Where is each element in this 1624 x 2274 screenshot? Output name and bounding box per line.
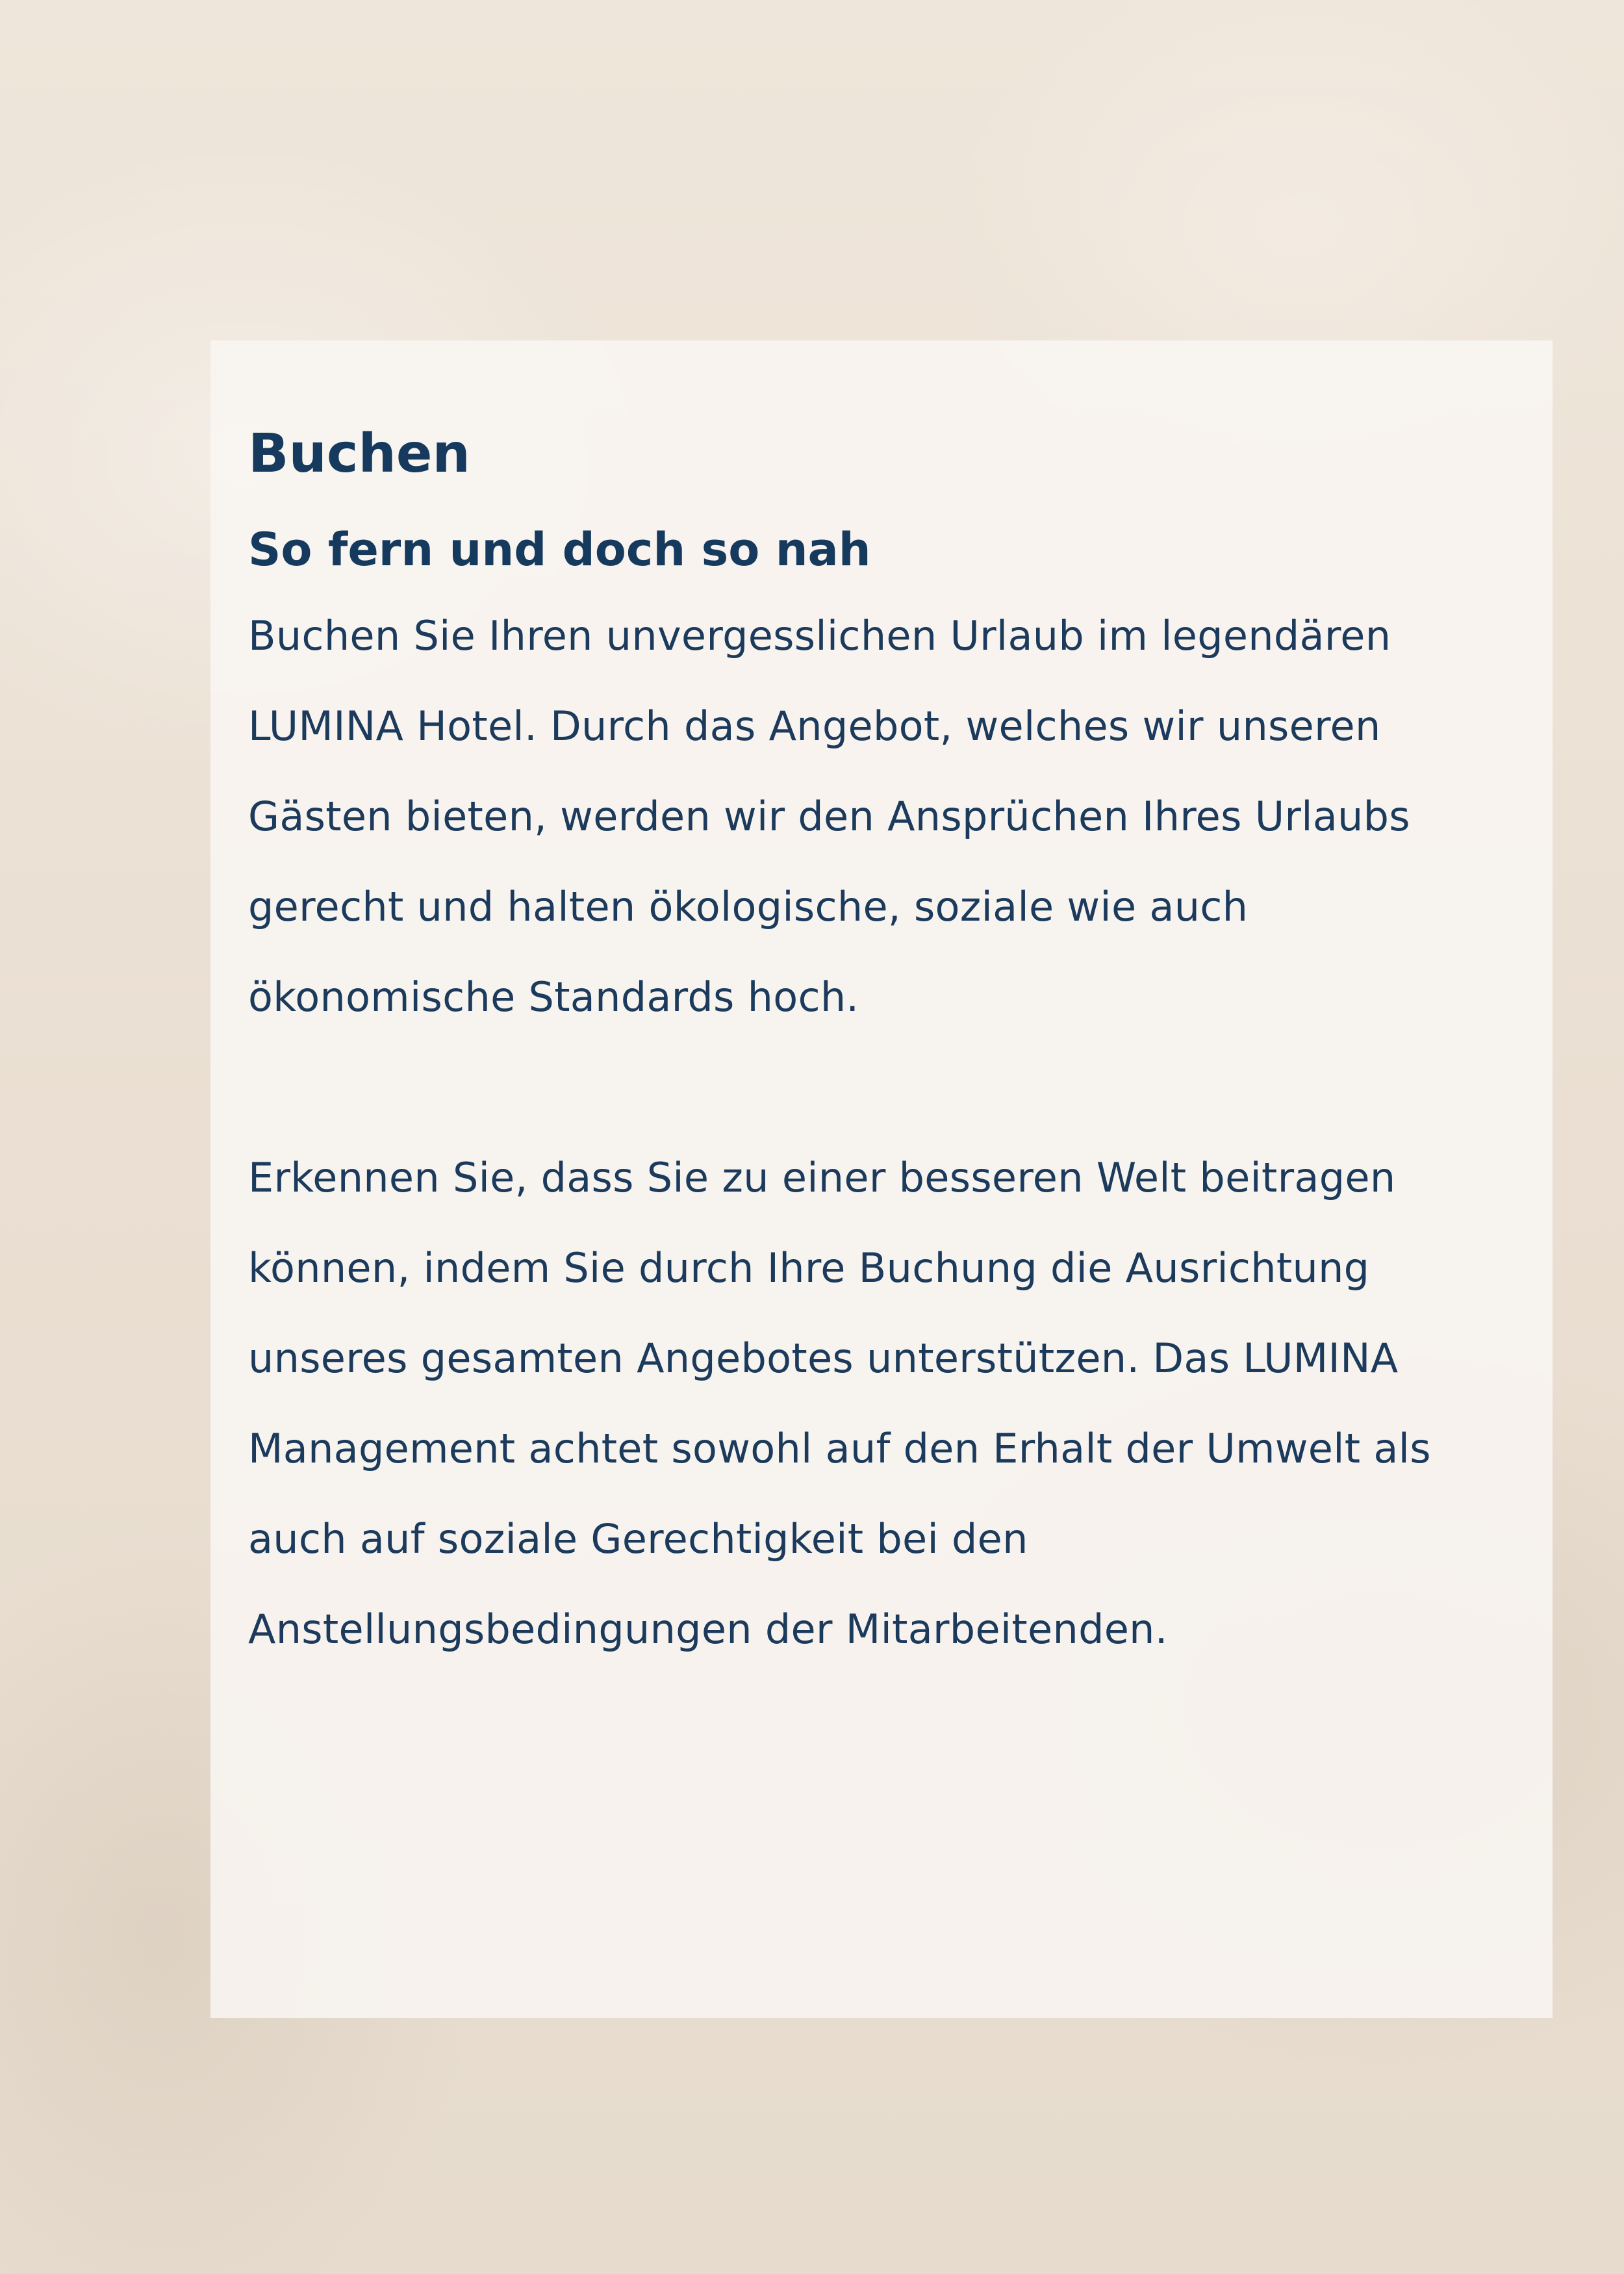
body-paragraph-2: Erkennen Sie, dass Sie zu einer besseren… <box>248 1153 1431 1653</box>
page-subtitle: So fern und doch so nah <box>248 523 871 577</box>
body-paragraph-1: Buchen Sie Ihren unvergesslichen Urlaub … <box>248 611 1410 1021</box>
page-title: Buchen <box>248 423 470 485</box>
content-card: Buchen So fern und doch so nah Buchen Si… <box>210 340 1553 2018</box>
